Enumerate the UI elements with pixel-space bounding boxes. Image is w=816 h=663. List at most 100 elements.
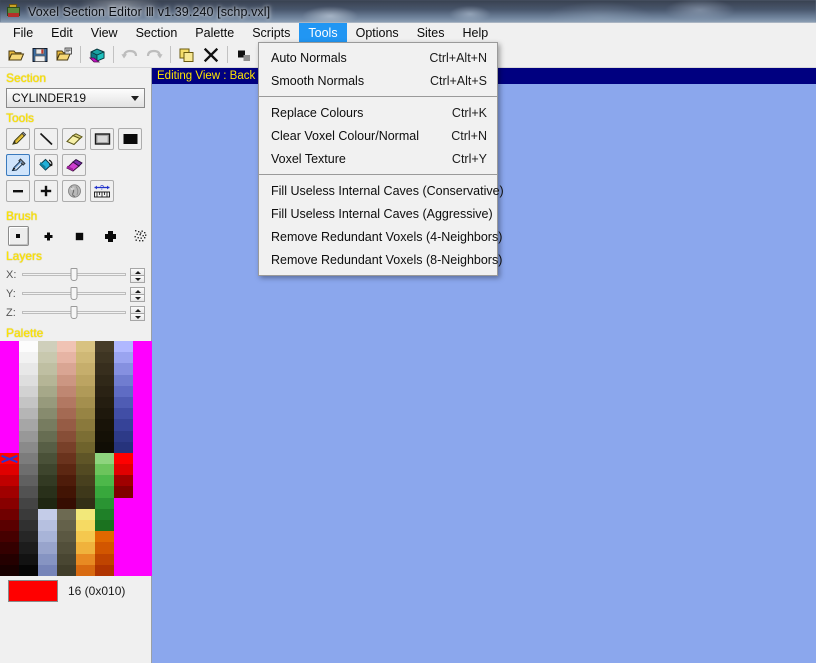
- palette-swatch[interactable]: [133, 385, 152, 397]
- palette-swatch[interactable]: [57, 396, 76, 409]
- palette-swatch[interactable]: [19, 542, 38, 554]
- save-icon[interactable]: [28, 44, 52, 66]
- palette-swatch[interactable]: [57, 385, 76, 397]
- palette-swatch[interactable]: [95, 385, 114, 397]
- palette-swatch[interactable]: [114, 419, 133, 431]
- palette-swatch[interactable]: [95, 430, 114, 442]
- palette-swatch[interactable]: [38, 475, 57, 487]
- eyedropper-tool-icon[interactable]: [6, 154, 30, 176]
- palette-swatch[interactable]: [0, 396, 19, 409]
- palette-swatch[interactable]: [133, 564, 152, 576]
- palette-swatch[interactable]: [133, 396, 152, 409]
- palette-swatch[interactable]: [95, 497, 114, 509]
- palette-swatch[interactable]: [38, 452, 57, 465]
- palette-swatch[interactable]: [95, 553, 114, 565]
- palette-swatch[interactable]: [76, 486, 95, 498]
- palette-swatch[interactable]: [76, 341, 95, 353]
- palette-swatch[interactable]: [38, 486, 57, 498]
- brush-dot-icon[interactable]: [8, 226, 29, 246]
- palette-swatch[interactable]: [0, 520, 19, 532]
- palette-swatch[interactable]: [38, 553, 57, 565]
- palette-swatch[interactable]: [76, 419, 95, 431]
- palette-swatch[interactable]: [19, 430, 38, 442]
- palette-swatch[interactable]: [114, 486, 133, 498]
- palette-swatch[interactable]: [57, 531, 76, 543]
- palette-swatch[interactable]: [0, 363, 19, 375]
- brush-large-plus-icon[interactable]: [100, 226, 121, 246]
- menu-tools[interactable]: Tools: [299, 23, 347, 42]
- palette-swatch[interactable]: [0, 385, 19, 397]
- palette-swatch[interactable]: [76, 363, 95, 375]
- layer-x-slider[interactable]: [22, 267, 126, 283]
- palette-swatch[interactable]: [57, 497, 76, 509]
- palette-swatch[interactable]: [38, 430, 57, 442]
- palette-swatch[interactable]: [38, 508, 57, 520]
- palette-swatch[interactable]: [133, 497, 152, 509]
- palette-swatch[interactable]: [114, 564, 133, 576]
- palette-swatch[interactable]: [95, 363, 114, 375]
- menu-palette[interactable]: Palette: [186, 23, 243, 42]
- palette-swatch[interactable]: [133, 363, 152, 375]
- palette-swatch[interactable]: [38, 542, 57, 554]
- palette-swatch[interactable]: [19, 475, 38, 487]
- menu-item-clear-voxel-colour-normal[interactable]: Clear Voxel Colour/Normal Ctrl+N: [259, 124, 497, 147]
- palette-swatch[interactable]: [0, 553, 19, 565]
- palette-swatch[interactable]: [76, 464, 95, 476]
- palette-swatch[interactable]: [76, 475, 95, 487]
- palette-swatch[interactable]: [19, 385, 38, 397]
- menu-help[interactable]: Help: [453, 23, 497, 42]
- decrease-tool-icon[interactable]: [6, 180, 30, 202]
- palette-swatch[interactable]: [133, 352, 152, 364]
- palette-swatch[interactable]: [76, 352, 95, 364]
- palette-swatch[interactable]: [0, 441, 19, 453]
- palette-swatch[interactable]: [133, 475, 152, 487]
- delete-icon[interactable]: [199, 44, 223, 66]
- palette-swatch[interactable]: [95, 441, 114, 453]
- palette-swatch[interactable]: [19, 497, 38, 509]
- palette-swatch[interactable]: [57, 352, 76, 364]
- palette-swatch[interactable]: [0, 508, 19, 520]
- palette-swatch[interactable]: [57, 430, 76, 442]
- palette-swatch[interactable]: [76, 520, 95, 532]
- stepper-down-icon[interactable]: [130, 274, 145, 283]
- palette-swatch[interactable]: [0, 408, 19, 420]
- brush-scatter-icon[interactable]: [130, 226, 151, 246]
- palette-swatch[interactable]: [76, 564, 95, 576]
- palette-swatch[interactable]: [133, 542, 152, 554]
- palette-swatch[interactable]: [0, 341, 19, 353]
- menu-edit[interactable]: Edit: [42, 23, 82, 42]
- copy-icon[interactable]: [175, 44, 199, 66]
- palette-swatch[interactable]: [114, 464, 133, 476]
- palette-swatch[interactable]: [0, 419, 19, 431]
- palette-swatch[interactable]: [95, 419, 114, 431]
- palette-swatch[interactable]: [57, 363, 76, 375]
- palette-swatch[interactable]: [19, 441, 38, 453]
- palette-swatch[interactable]: [114, 352, 133, 364]
- palette-swatch[interactable]: [133, 452, 152, 465]
- palette-swatch[interactable]: [76, 452, 95, 465]
- menu-section[interactable]: Section: [127, 23, 187, 42]
- cube-icon[interactable]: [232, 44, 256, 66]
- palette-swatch[interactable]: [114, 396, 133, 409]
- palette-swatch[interactable]: [19, 396, 38, 409]
- palette-swatch[interactable]: [38, 385, 57, 397]
- palette-swatch[interactable]: [38, 564, 57, 576]
- palette-swatch[interactable]: [114, 430, 133, 442]
- palette-swatch[interactable]: [133, 341, 152, 353]
- menu-item-voxel-texture[interactable]: Voxel Texture Ctrl+Y: [259, 147, 497, 170]
- palette-swatch[interactable]: [76, 531, 95, 543]
- increase-tool-icon[interactable]: [34, 180, 58, 202]
- menu-options[interactable]: Options: [347, 23, 408, 42]
- palette-swatch[interactable]: [38, 396, 57, 409]
- palette-swatch[interactable]: [114, 408, 133, 420]
- palette-swatch[interactable]: [19, 553, 38, 565]
- palette-swatch[interactable]: [133, 520, 152, 532]
- paint-bucket-tool-icon[interactable]: [34, 154, 58, 176]
- palette-swatch[interactable]: [19, 419, 38, 431]
- palette-swatch[interactable]: [57, 464, 76, 476]
- palette-swatch[interactable]: [133, 419, 152, 431]
- rectangle-filled-tool-icon[interactable]: [118, 128, 142, 150]
- palette-swatch[interactable]: [76, 542, 95, 554]
- stepper-down-icon[interactable]: [130, 312, 145, 321]
- palette-swatch[interactable]: [57, 553, 76, 565]
